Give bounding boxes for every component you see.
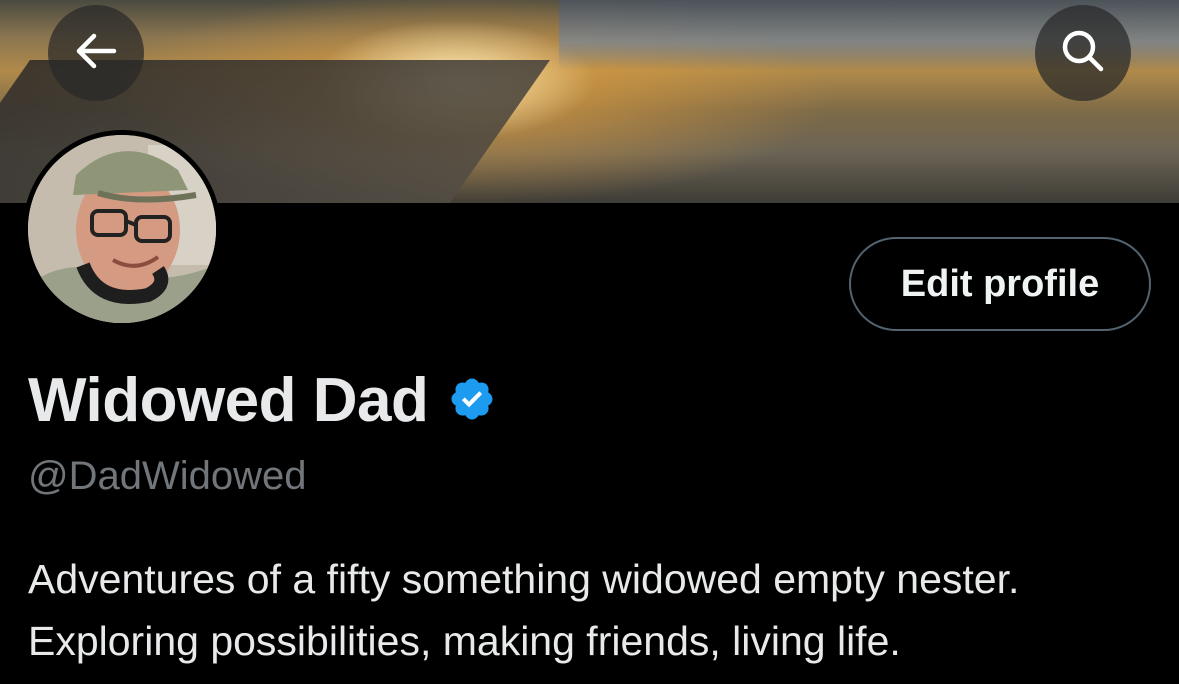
search-icon: [1059, 27, 1107, 80]
user-handle: @DadWidowed: [28, 454, 307, 498]
bio-line: Adventures of a fifty something widowed …: [28, 556, 1020, 602]
edit-profile-label: Edit profile: [900, 262, 1100, 305]
search-button[interactable]: [1035, 5, 1131, 101]
arrow-left-icon: [74, 31, 118, 76]
avatar-ring[interactable]: [23, 130, 221, 328]
display-name-row: Widowed Dad: [28, 366, 496, 436]
edit-profile-button[interactable]: Edit profile: [849, 237, 1151, 331]
back-button[interactable]: [48, 5, 144, 101]
avatar[interactable]: [28, 135, 216, 323]
display-name: Widowed Dad: [28, 366, 429, 435]
profile-bio: Adventures of a fifty something widowed …: [28, 548, 1158, 672]
bio-line: Exploring possibilities, making friends,…: [28, 618, 901, 664]
verified-badge-icon[interactable]: [448, 375, 496, 428]
